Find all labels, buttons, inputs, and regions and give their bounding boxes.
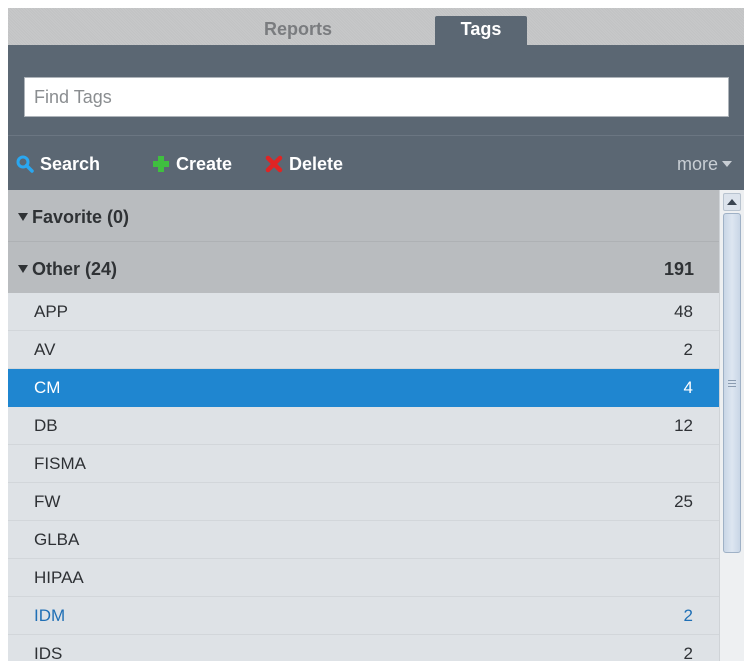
grip-icon <box>728 380 736 388</box>
group-favorite[interactable]: Favorite (0) <box>8 190 719 241</box>
tag-name: GLBA <box>34 530 80 549</box>
tag-name: IDM <box>34 606 66 625</box>
tag-row[interactable]: APP 48 <box>8 293 719 331</box>
tag-count: 2 <box>683 606 693 625</box>
search-icon <box>16 155 34 173</box>
tag-name: CM <box>34 378 61 397</box>
delete-button[interactable]: Delete <box>265 152 343 176</box>
vertical-scrollbar[interactable] <box>719 190 744 661</box>
tab-bar: Reports Tags <box>8 8 744 45</box>
tag-name: IDS <box>34 644 63 661</box>
group-title: Other (24) <box>32 259 118 279</box>
tag-name: FW <box>34 492 61 511</box>
tag-name: AV <box>34 340 56 359</box>
group-count: 191 <box>663 259 694 279</box>
tag-row[interactable]: DB 12 <box>8 407 719 445</box>
tag-name: HIPAA <box>34 568 84 587</box>
tag-row[interactable]: IDS 2 <box>8 635 719 661</box>
find-bar <box>8 45 744 136</box>
tag-count: 12 <box>674 416 693 435</box>
tags-panel: Reports Tags Search Create D <box>8 8 744 661</box>
tag-count: 2 <box>683 644 693 661</box>
find-tags-input[interactable] <box>24 77 729 117</box>
tag-row[interactable]: IDM 2 <box>8 597 719 635</box>
tag-row[interactable]: AV 2 <box>8 331 719 369</box>
plus-icon <box>153 156 169 172</box>
tag-count: 25 <box>674 492 693 511</box>
chevron-up-icon <box>727 199 737 205</box>
tag-list-area: Favorite (0) Other (24) 191 APP 48 AV 2 … <box>8 190 744 661</box>
expand-triangle-icon <box>18 265 28 273</box>
more-label: more <box>676 153 718 174</box>
more-menu-button[interactable]: more <box>677 152 732 176</box>
tag-count: 4 <box>683 378 693 397</box>
delete-label: Delete <box>289 153 344 174</box>
tag-name: FISMA <box>34 454 86 473</box>
scrollbar-thumb[interactable] <box>723 213 741 553</box>
create-button[interactable]: Create <box>152 152 232 176</box>
tag-row[interactable]: GLBA <box>8 521 719 559</box>
group-title: Favorite (0) <box>32 207 130 227</box>
tag-name: DB <box>34 416 58 435</box>
x-icon <box>265 155 283 173</box>
create-label: Create <box>176 153 233 174</box>
caret-down-icon <box>722 161 732 167</box>
search-label: Search <box>40 153 101 174</box>
tag-row[interactable]: FISMA <box>8 445 719 483</box>
expand-triangle-icon <box>18 213 28 221</box>
tag-row[interactable]: HIPAA <box>8 559 719 597</box>
tag-list: Favorite (0) Other (24) 191 APP 48 AV 2 … <box>8 190 719 661</box>
tag-row[interactable]: FW 25 <box>8 483 719 521</box>
tag-name: APP <box>34 302 69 321</box>
scroll-up-button[interactable] <box>723 193 741 211</box>
toolbar: Search Create Delete more <box>8 135 744 192</box>
tab-reports[interactable]: Reports <box>238 16 358 45</box>
tag-count: 2 <box>683 340 693 359</box>
tag-count: 48 <box>674 302 693 321</box>
search-button[interactable]: Search <box>16 152 100 176</box>
tag-row-selected[interactable]: CM 4 <box>8 369 719 407</box>
group-other[interactable]: Other (24) 191 <box>8 241 719 293</box>
